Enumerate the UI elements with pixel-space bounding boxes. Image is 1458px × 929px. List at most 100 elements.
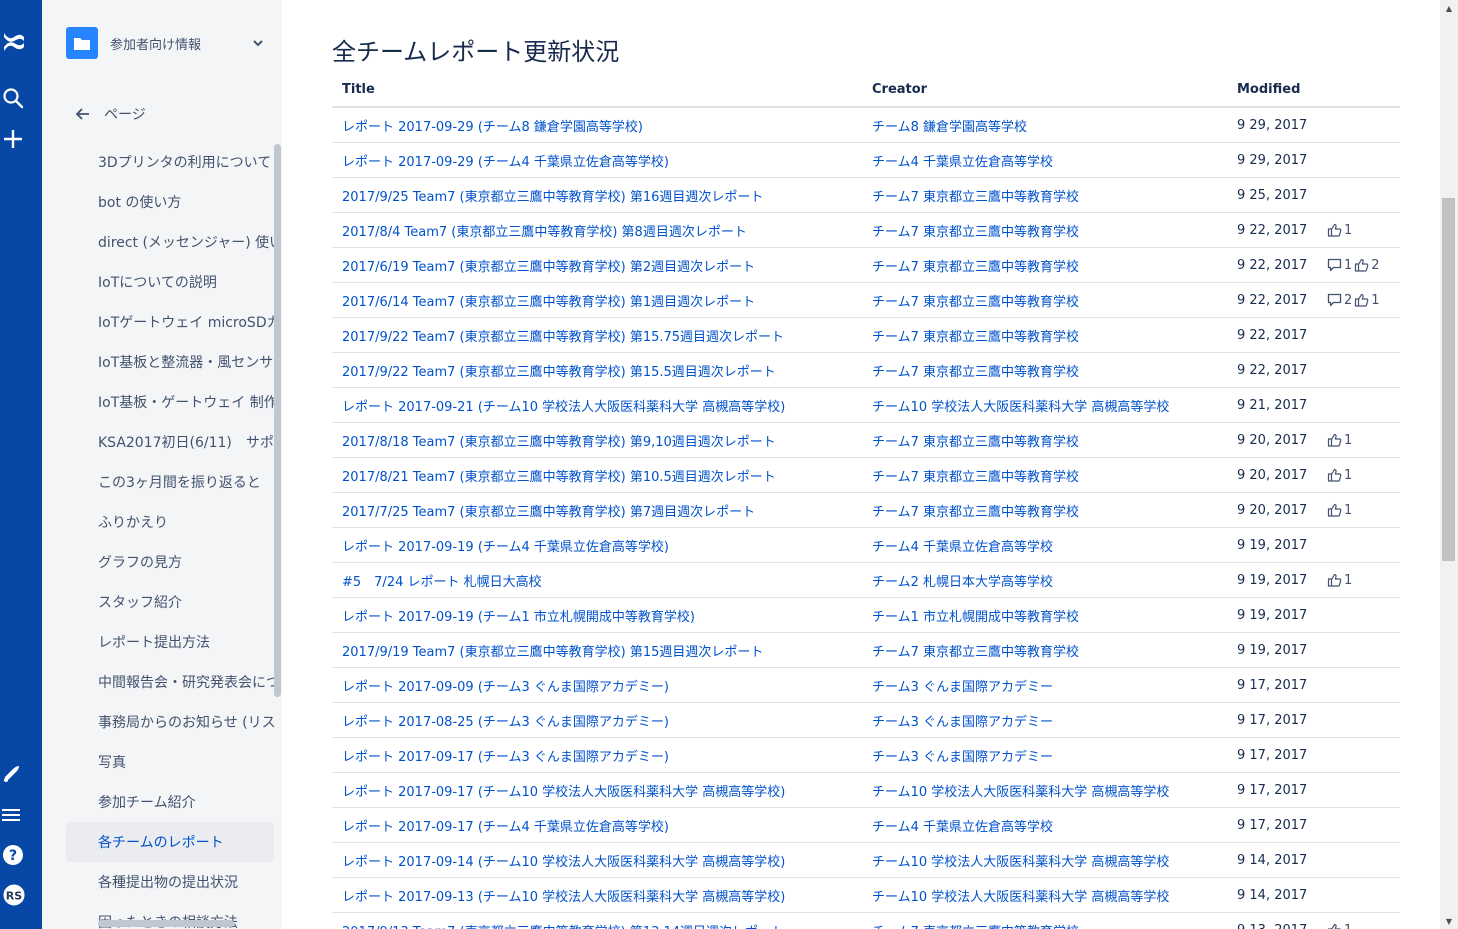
creator-link[interactable]: チーム10 学校法人大阪医科薬科大学 高槻高等学校 xyxy=(872,388,1222,422)
report-title-link[interactable]: レポート 2017-09-14 (チーム10 学校法人大阪医科薬科大学 高槻高等… xyxy=(342,843,862,877)
creator-link[interactable]: チーム7 東京都立三鷹中等教育学校 xyxy=(872,178,1222,212)
report-title-link[interactable]: レポート 2017-09-17 (チーム10 学校法人大阪医科薬科大学 高槻高等… xyxy=(342,773,862,807)
creator-link[interactable]: チーム3 ぐんま国際アカデミー xyxy=(872,668,1222,702)
sidebar-page-item[interactable]: IoTゲートウェイ microSDカード xyxy=(66,302,274,342)
report-title-link[interactable]: レポート 2017-09-19 (チーム1 市立札幌開成中等教育学校) xyxy=(342,598,862,632)
search-icon[interactable] xyxy=(0,80,42,116)
help-icon[interactable]: ? xyxy=(0,837,42,873)
space-switcher[interactable]: 参加者向け情報 xyxy=(66,26,266,60)
creator-link[interactable]: チーム7 東京都立三鷹中等教育学校 xyxy=(872,913,1222,929)
report-title-link[interactable]: レポート 2017-09-17 (チーム4 千葉県立佐倉高等学校) xyxy=(342,808,862,842)
back-to-pages[interactable]: ページ xyxy=(76,102,146,126)
like-count[interactable]: 1 xyxy=(1354,293,1380,308)
creator-link[interactable]: チーム10 学校法人大阪医科薬科大学 高槻高等学校 xyxy=(872,773,1222,807)
creator-link[interactable]: チーム2 札幌日本大学高等学校 xyxy=(872,563,1222,597)
report-title-link[interactable]: 2017/9/25 Team7 (東京都立三鷹中等教育学校) 第16週目週次レポ… xyxy=(342,178,862,212)
report-title-link[interactable]: 2017/9/22 Team7 (東京都立三鷹中等教育学校) 第15.75週目週… xyxy=(342,318,862,352)
like-count[interactable]: 2 xyxy=(1354,258,1380,273)
comment-count[interactable]: 1 xyxy=(1327,258,1352,273)
menu-icon[interactable] xyxy=(0,797,42,833)
report-title-link[interactable]: レポート 2017-09-13 (チーム10 学校法人大阪医科薬科大学 高槻高等… xyxy=(342,878,862,912)
confluence-logo-icon[interactable] xyxy=(0,24,42,60)
column-header-modified[interactable]: Modified xyxy=(1237,73,1327,106)
table-row: 2017/8/18 Team7 (東京都立三鷹中等教育学校) 第9,10週目週次… xyxy=(332,423,1400,458)
report-title-link[interactable]: レポート 2017-09-17 (チーム3 ぐんま国際アカデミー) xyxy=(342,738,862,772)
creator-link[interactable]: チーム7 東京都立三鷹中等教育学校 xyxy=(872,423,1222,457)
report-title-link[interactable]: レポート 2017-09-09 (チーム3 ぐんま国際アカデミー) xyxy=(342,668,862,702)
report-title-link[interactable]: レポート 2017-08-25 (チーム3 ぐんま国際アカデミー) xyxy=(342,703,862,737)
sidebar-scrollbar-vertical[interactable] xyxy=(274,144,281,697)
like-count[interactable]: 1 xyxy=(1327,433,1352,448)
sidebar-page-item[interactable]: 各種提出物の提出状況 xyxy=(66,862,274,902)
sidebar-page-item[interactable]: direct (メッセンジャー) 使い xyxy=(66,222,274,262)
like-count[interactable]: 1 xyxy=(1327,923,1352,929)
scroll-down-arrow-icon[interactable]: ▼ xyxy=(1440,913,1458,929)
rocket-icon[interactable] xyxy=(0,756,42,792)
report-title-link[interactable]: 2017/8/18 Team7 (東京都立三鷹中等教育学校) 第9,10週目週次… xyxy=(342,423,862,457)
sidebar-page-item[interactable]: IoT基板と整流器・風センサー xyxy=(66,342,274,382)
creator-link[interactable]: チーム7 東京都立三鷹中等教育学校 xyxy=(872,633,1222,667)
like-count-value: 1 xyxy=(1344,502,1353,518)
sidebar-page-item[interactable]: レポート提出方法 xyxy=(66,622,274,662)
creator-link[interactable]: チーム7 東京都立三鷹中等教育学校 xyxy=(872,213,1222,247)
like-count[interactable]: 1 xyxy=(1327,573,1352,588)
column-header-creator[interactable]: Creator xyxy=(872,73,1222,106)
creator-link[interactable]: チーム3 ぐんま国際アカデミー xyxy=(872,703,1222,737)
creator-link[interactable]: チーム7 東京都立三鷹中等教育学校 xyxy=(872,353,1222,387)
avatar[interactable]: RS xyxy=(0,877,42,913)
sidebar-page-item[interactable]: 中間報告会・研究発表会について xyxy=(66,662,274,702)
like-count[interactable]: 1 xyxy=(1327,223,1352,238)
creator-link[interactable]: チーム10 学校法人大阪医科薬科大学 高槻高等学校 xyxy=(872,843,1222,877)
creator-link[interactable]: チーム4 千葉県立佐倉高等学校 xyxy=(872,143,1222,177)
creator-link[interactable]: チーム7 東京都立三鷹中等教育学校 xyxy=(872,493,1222,527)
report-title-link[interactable]: 2017/9/22 Team7 (東京都立三鷹中等教育学校) 第15.5週目週次… xyxy=(342,353,862,387)
table-row: 2017/6/19 Team7 (東京都立三鷹中等教育学校) 第2週目週次レポー… xyxy=(332,248,1400,283)
like-count[interactable]: 1 xyxy=(1327,503,1352,518)
plus-icon[interactable] xyxy=(0,121,42,157)
sidebar-page-item[interactable]: グラフの見方 xyxy=(66,542,274,582)
page-scrollbar-thumb[interactable] xyxy=(1442,198,1455,561)
sidebar-page-item[interactable]: この3ヶ月間を振り返ると xyxy=(66,462,274,502)
sidebar-page-item[interactable]: 3Dプリンタの利用について xyxy=(66,142,274,182)
report-title-link[interactable]: レポート 2017-09-29 (チーム8 鎌倉学園高等学校) xyxy=(342,108,862,142)
like-count[interactable]: 1 xyxy=(1327,468,1352,483)
sidebar-page-item[interactable]: IoT基板・ゲートウェイ 制作 xyxy=(66,382,274,422)
sidebar-page-item[interactable]: 事務局からのお知らせ (リスト) xyxy=(66,702,274,742)
creator-link[interactable]: チーム7 東京都立三鷹中等教育学校 xyxy=(872,248,1222,282)
sidebar-page-item[interactable]: 参加チーム紹介 xyxy=(66,782,274,822)
report-title-link[interactable]: レポート 2017-09-19 (チーム4 千葉県立佐倉高等学校) xyxy=(342,528,862,562)
sidebar-page-item[interactable]: 写真 xyxy=(66,742,274,782)
report-title-link[interactable]: 2017/9/19 Team7 (東京都立三鷹中等教育学校) 第15週目週次レポ… xyxy=(342,633,862,667)
report-title-link[interactable]: 2017/9/13 Team7 (東京都立三鷹中等教育学校) 第13,14週目週… xyxy=(342,913,862,929)
social-counts xyxy=(1327,808,1407,842)
sidebar-page-item[interactable]: 各チームのレポート xyxy=(66,822,274,862)
sidebar-page-item[interactable]: スタッフ紹介 xyxy=(66,582,274,622)
report-title-link[interactable]: 2017/6/19 Team7 (東京都立三鷹中等教育学校) 第2週目週次レポー… xyxy=(342,248,862,282)
report-title-link[interactable]: 2017/8/4 Team7 (東京都立三鷹中等教育学校) 第8週目週次レポート xyxy=(342,213,862,247)
table-row: 2017/9/19 Team7 (東京都立三鷹中等教育学校) 第15週目週次レポ… xyxy=(332,633,1400,668)
creator-link[interactable]: チーム10 学校法人大阪医科薬科大学 高槻高等学校 xyxy=(872,878,1222,912)
creator-link[interactable]: チーム3 ぐんま国際アカデミー xyxy=(872,738,1222,772)
creator-link[interactable]: チーム1 市立札幌開成中等教育学校 xyxy=(872,598,1222,632)
report-title-link[interactable]: レポート 2017-09-21 (チーム10 学校法人大阪医科薬科大学 高槻高等… xyxy=(342,388,862,422)
sidebar-page-item[interactable]: ふりかえり xyxy=(66,502,274,542)
column-header-title[interactable]: Title xyxy=(342,73,862,106)
report-title-link[interactable]: 2017/7/25 Team7 (東京都立三鷹中等教育学校) 第7週目週次レポー… xyxy=(342,493,862,527)
report-title-link[interactable]: 2017/8/21 Team7 (東京都立三鷹中等教育学校) 第10.5週目週次… xyxy=(342,458,862,492)
chevron-down-icon[interactable] xyxy=(250,35,266,51)
sidebar-page-item[interactable]: IoTについての説明 xyxy=(66,262,274,302)
creator-link[interactable]: チーム7 東京都立三鷹中等教育学校 xyxy=(872,458,1222,492)
report-title-link[interactable]: 2017/6/14 Team7 (東京都立三鷹中等教育学校) 第1週目週次レポー… xyxy=(342,283,862,317)
comment-count[interactable]: 2 xyxy=(1327,293,1352,308)
report-title-link[interactable]: レポート 2017-09-29 (チーム4 千葉県立佐倉高等学校) xyxy=(342,143,862,177)
creator-link[interactable]: チーム4 千葉県立佐倉高等学校 xyxy=(872,528,1222,562)
sidebar-scrollbar-horizontal[interactable] xyxy=(98,920,234,927)
sidebar-page-item[interactable]: KSA2017初日(6/11) サポーター xyxy=(66,422,274,462)
creator-link[interactable]: チーム8 鎌倉学園高等学校 xyxy=(872,108,1222,142)
creator-link[interactable]: チーム7 東京都立三鷹中等教育学校 xyxy=(872,283,1222,317)
report-title-link[interactable]: #5 7/24 レポート 札幌日大高校 xyxy=(342,563,862,597)
creator-link[interactable]: チーム7 東京都立三鷹中等教育学校 xyxy=(872,318,1222,352)
scroll-up-arrow-icon[interactable]: ▲ xyxy=(1440,0,1458,16)
sidebar-page-item[interactable]: bot の使い方 xyxy=(66,182,274,222)
creator-link[interactable]: チーム4 千葉県立佐倉高等学校 xyxy=(872,808,1222,842)
